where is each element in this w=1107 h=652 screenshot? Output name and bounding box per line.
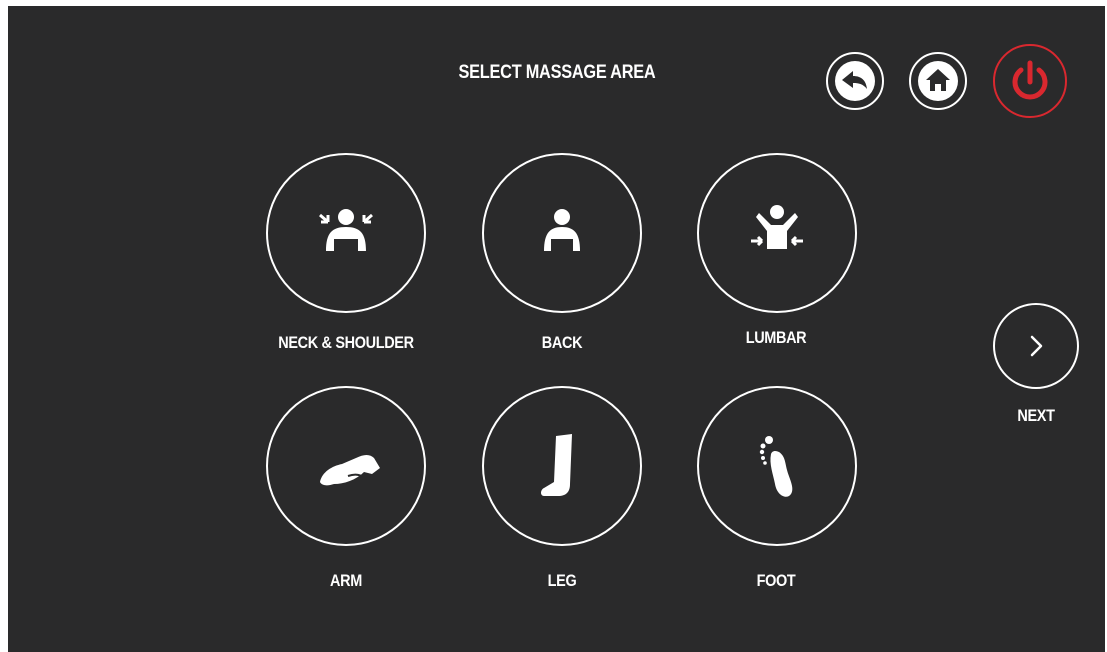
back-body-icon <box>544 209 580 251</box>
power-icon <box>1012 60 1048 100</box>
leg-icon <box>541 434 572 496</box>
area-lumbar-button[interactable] <box>697 153 857 313</box>
back-arrow-icon <box>835 61 875 101</box>
area-back-label[interactable]: BACK <box>469 333 656 353</box>
massage-area-screen: SELECT MASSAGE AREA NECK & SHOULDER BACK… <box>8 6 1105 652</box>
area-arm-label[interactable]: ARM <box>253 571 440 591</box>
arm-icon <box>320 455 380 486</box>
power-button[interactable] <box>993 44 1067 118</box>
area-neck-shoulder-label[interactable]: NECK & SHOULDER <box>253 333 440 353</box>
next-label[interactable]: NEXT <box>943 406 1107 426</box>
back-button[interactable] <box>826 52 884 110</box>
area-leg-button[interactable] <box>482 386 642 546</box>
area-neck-shoulder-button[interactable] <box>266 153 426 313</box>
area-lumbar-label[interactable]: LUMBAR <box>683 328 870 348</box>
lumbar-icon <box>751 205 803 249</box>
area-foot-label[interactable]: FOOT <box>683 571 870 591</box>
next-button[interactable] <box>993 303 1079 389</box>
area-leg-label[interactable]: LEG <box>469 571 656 591</box>
area-foot-button[interactable] <box>697 386 857 546</box>
home-icon <box>918 61 958 101</box>
chevron-right-icon <box>1030 335 1043 357</box>
area-back-button[interactable] <box>482 153 642 313</box>
area-arm-button[interactable] <box>266 386 426 546</box>
home-button[interactable] <box>909 52 967 110</box>
foot-icon <box>759 436 793 497</box>
page-title: SELECT MASSAGE AREA <box>458 62 656 83</box>
neck-shoulder-icon <box>319 209 373 251</box>
